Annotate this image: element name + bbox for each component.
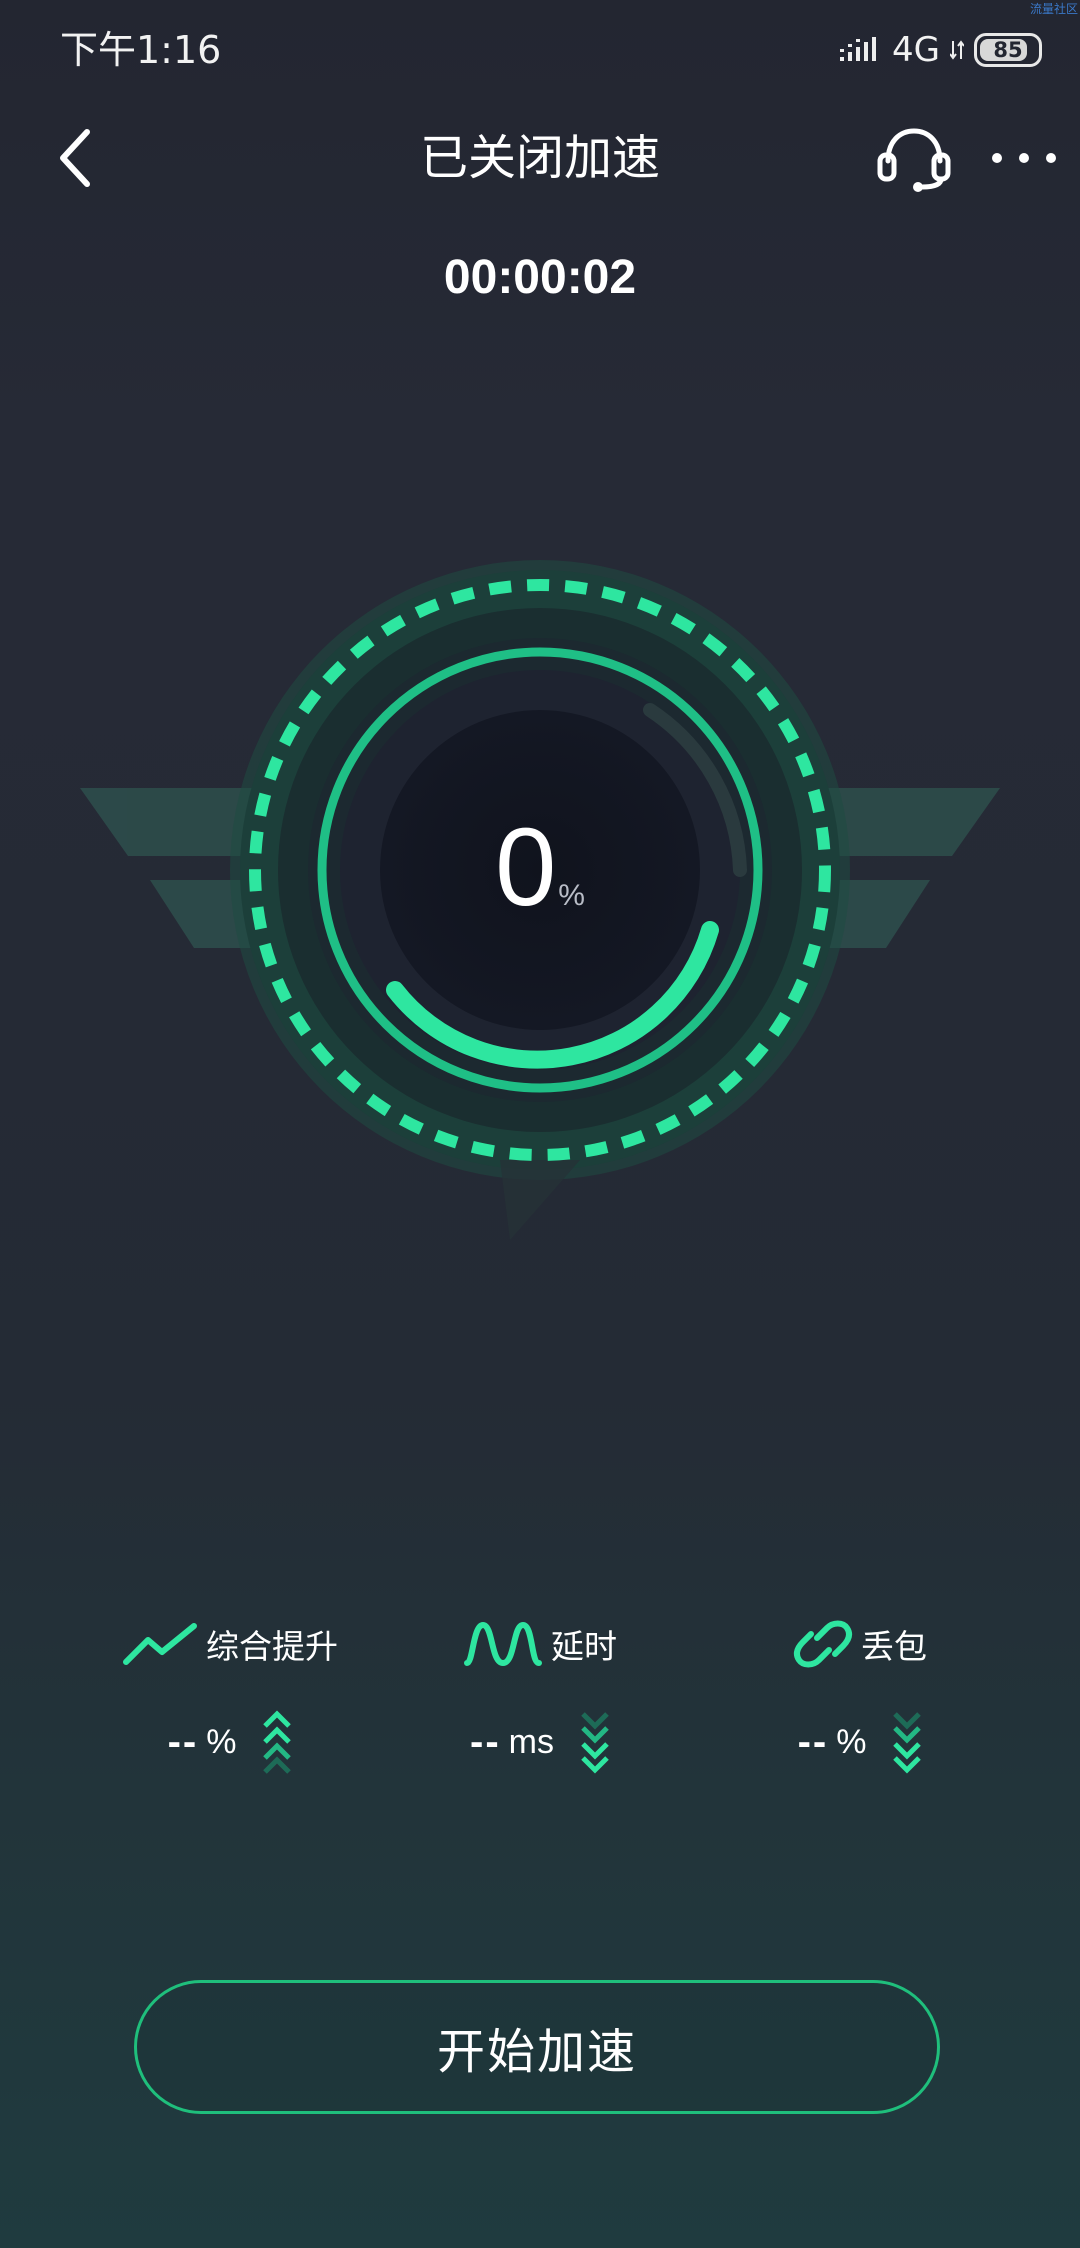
arrow-down-icon: [893, 1712, 922, 1774]
stat-latency: 延时 -- ms: [420, 1612, 660, 1792]
start-acceleration-button[interactable]: 开始加速: [134, 1980, 940, 2114]
stat-unit: ms: [508, 1722, 554, 1761]
stat-value: --: [797, 1719, 829, 1764]
stat-label: 延时: [551, 1627, 617, 1666]
headset-icon: [877, 128, 951, 192]
wave-icon: [464, 1621, 542, 1667]
battery-indicator: 85: [974, 33, 1042, 67]
status-time: 下午1:16: [60, 28, 222, 72]
stat-unit: %: [836, 1722, 867, 1761]
more-dots-icon: [992, 153, 1056, 163]
status-indicators: 4G 85: [840, 24, 1042, 76]
elapsed-timer: 00:00:02: [443, 251, 637, 304]
more-options-button[interactable]: [984, 128, 1064, 188]
signal-icon: [840, 37, 877, 61]
link-icon: [793, 1620, 853, 1668]
arrow-up-icon: [263, 1710, 292, 1774]
stat-unit: %: [206, 1722, 237, 1761]
stat-packet-loss: 丢包 -- %: [740, 1612, 980, 1792]
data-activity-icon: [950, 40, 964, 60]
gauge-value: 0: [495, 806, 557, 929]
gauge-unit: %: [558, 879, 585, 912]
stat-label: 丢包: [861, 1627, 927, 1666]
customer-support-button[interactable]: [872, 118, 956, 198]
network-type: 4G: [892, 30, 940, 70]
corner-watermark: 流量社区: [1029, 2, 1078, 16]
battery-level: 85: [993, 38, 1023, 62]
arrow-down-icon: [581, 1712, 609, 1774]
trend-up-icon: [123, 1623, 197, 1665]
stat-value: --: [167, 1719, 199, 1764]
stat-overall-improvement: 综合提升 -- %: [110, 1612, 350, 1792]
stat-label: 综合提升: [206, 1627, 338, 1666]
gauge-readout: 0%: [0, 808, 1080, 928]
stat-value: --: [470, 1719, 501, 1764]
start-button-label: 开始加速: [436, 2024, 637, 2080]
